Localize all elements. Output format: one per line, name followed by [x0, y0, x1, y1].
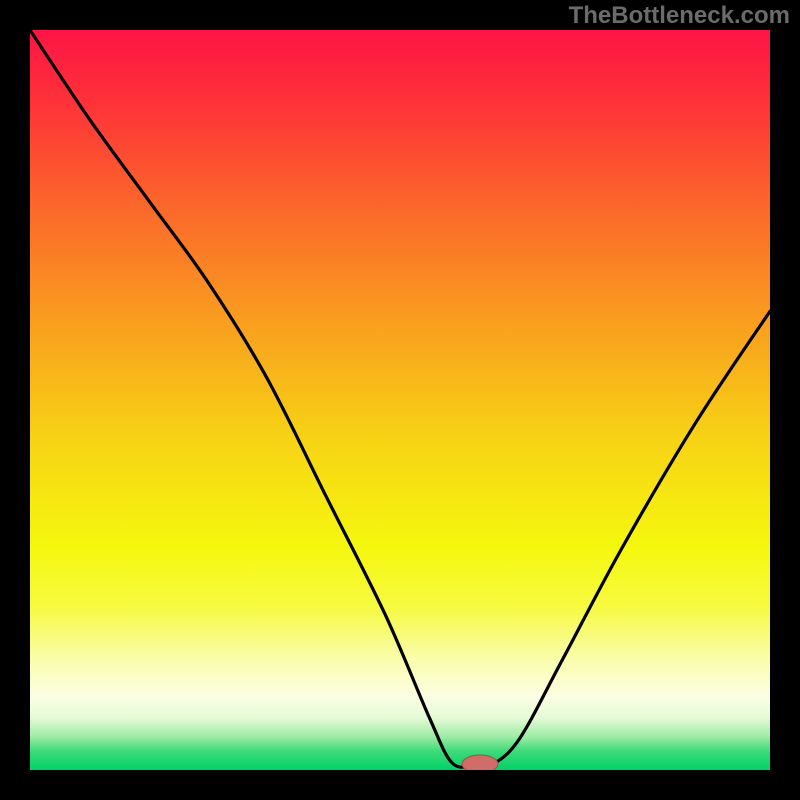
plot-frame: [30, 30, 770, 770]
chart-background: [30, 30, 770, 770]
watermark-text: TheBottleneck.com: [569, 2, 790, 30]
chart-container: TheBottleneck.com: [0, 0, 800, 800]
bottleneck-chart: [30, 30, 770, 770]
optimal-marker: [462, 755, 498, 770]
